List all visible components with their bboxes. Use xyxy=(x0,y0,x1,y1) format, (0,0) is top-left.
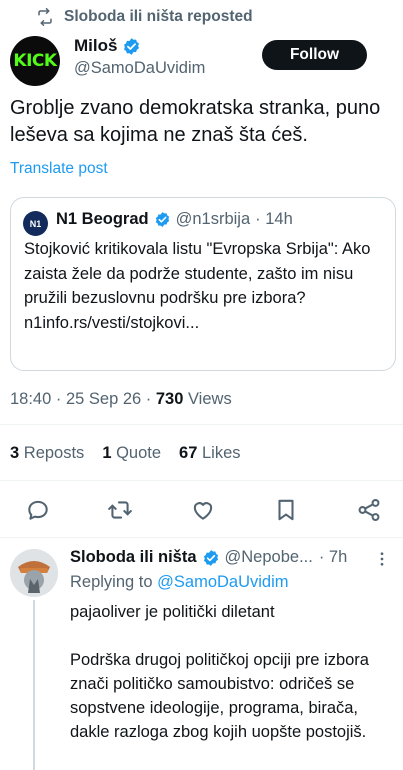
repost-label: Sloboda ili ništa reposted xyxy=(64,8,253,25)
translate-post-link[interactable]: Translate post xyxy=(10,160,108,178)
replying-to-mention[interactable]: @SamoDaUvidim xyxy=(157,573,288,591)
replying-to: Replying to @SamoDaUvidim xyxy=(70,573,289,591)
reply-author-name[interactable]: Sloboda ili ništa xyxy=(70,548,197,567)
quote-author-name: N1 Beograd xyxy=(56,210,149,228)
reply-icon[interactable] xyxy=(25,497,51,523)
like-icon[interactable] xyxy=(190,497,216,523)
divider xyxy=(0,424,403,425)
repost-indicator[interactable]: Sloboda ili ništa reposted xyxy=(36,6,253,28)
divider xyxy=(0,537,403,538)
engagement-stats: 3 Reposts 1 Quote 67 Likes xyxy=(10,444,241,463)
share-icon[interactable] xyxy=(356,497,382,523)
avatar-image xyxy=(10,549,58,597)
verified-badge-icon xyxy=(155,212,169,227)
quote-text: Stojković kritikovala listu "Evropska Sr… xyxy=(24,240,371,332)
likes-stat[interactable]: 67 Likes xyxy=(179,444,240,463)
post-author: KICK Miloš @SamoDaUvidim Follow xyxy=(10,32,395,88)
avatar[interactable]: KICK xyxy=(10,36,60,86)
more-options-icon[interactable] xyxy=(373,550,391,568)
reply-header: Sloboda ili ništa @Nepobe... · 7h xyxy=(70,548,347,567)
post-timestamp: 18:40 · 25 Sep 26 · 730 Views xyxy=(10,390,232,408)
bookmark-icon[interactable] xyxy=(273,497,299,523)
verified-badge-icon xyxy=(203,549,218,566)
quoted-post[interactable]: N1 N1 Beograd @n1srbija · 14h Stojković … xyxy=(10,197,396,371)
reply-text: pajaoliver je politički diletant Podrška… xyxy=(70,603,369,741)
divider xyxy=(0,480,403,481)
reposts-stat[interactable]: 3 Reposts xyxy=(10,444,84,463)
reply-time: · 7h xyxy=(318,548,348,566)
display-name[interactable]: Miloš xyxy=(74,36,117,56)
quotes-stat[interactable]: 1 Quote xyxy=(102,444,161,463)
follow-button[interactable]: Follow xyxy=(262,40,367,70)
reply-handle[interactable]: @Nepobe... xyxy=(225,548,313,567)
handle[interactable]: @SamoDaUvidim xyxy=(74,59,205,78)
quote-time: · 14h xyxy=(255,210,293,228)
repost-icon[interactable] xyxy=(107,497,133,523)
avatar[interactable] xyxy=(10,549,58,597)
verified-badge-icon xyxy=(124,37,140,55)
post-text: Groblje zvano demokratska stranka, puno … xyxy=(10,97,381,146)
quote-link[interactable]: n1info.rs/vesti/stojkovi... xyxy=(24,314,199,332)
repost-icon xyxy=(38,8,52,26)
views-count: 730 xyxy=(155,390,184,408)
action-bar xyxy=(0,493,403,527)
quote-avatar: N1 xyxy=(23,211,48,236)
quote-handle: @n1srbija xyxy=(175,210,251,228)
thread-line xyxy=(33,600,35,770)
